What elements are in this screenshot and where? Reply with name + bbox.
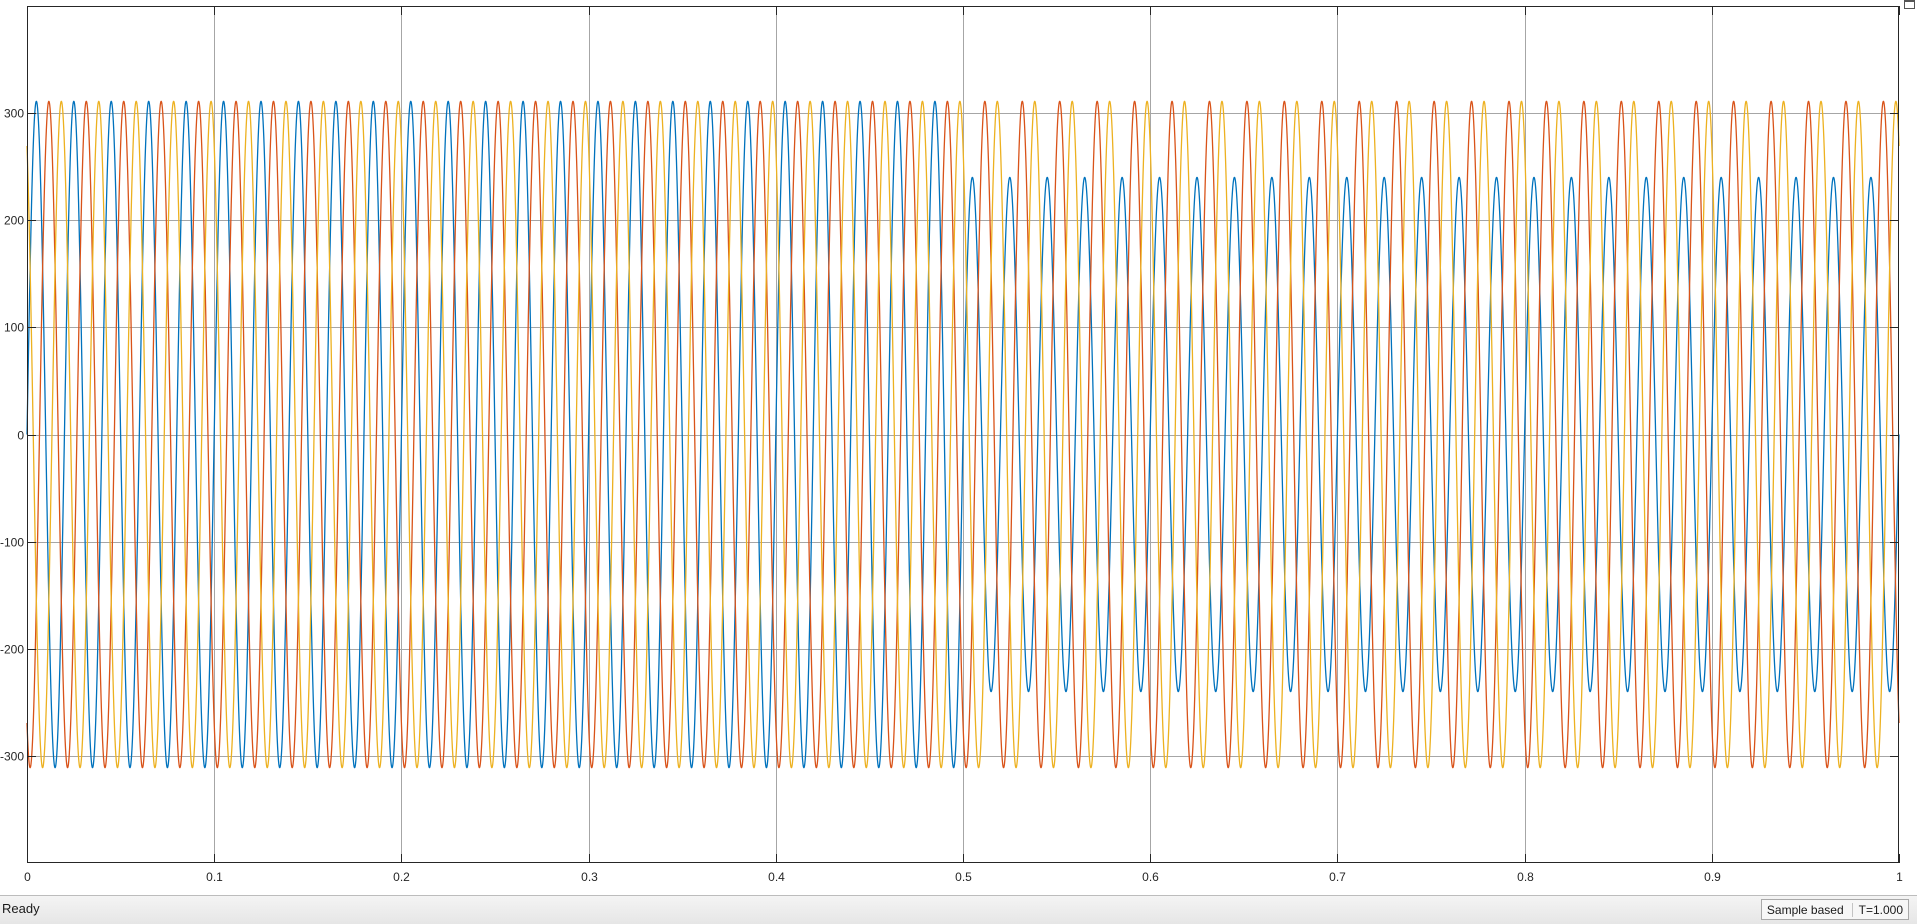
x-tick-label: 0.4 <box>768 870 785 884</box>
x-tick-label: 0.9 <box>1704 870 1721 884</box>
x-tick-label: 0.7 <box>1329 870 1346 884</box>
x-tick-label: 0.8 <box>1517 870 1534 884</box>
status-ready-text: Ready <box>2 901 40 916</box>
x-tick-label: 0.5 <box>955 870 972 884</box>
x-tick-label: 0 <box>24 870 31 884</box>
y-tick-label: 100 <box>4 321 24 335</box>
y-tick-label: 300 <box>4 107 24 121</box>
scope-window: 0 0.1 0.2 0.3 0.4 0.5 0.6 0.7 0.8 0.9 1 300 200 100 0 -… <box>0 0 1917 924</box>
x-tick-label: 0.1 <box>206 870 223 884</box>
status-info-box: Sample based T=1.000 <box>1760 899 1909 920</box>
scope-plot[interactable]: 0 0.1 0.2 0.3 0.4 0.5 0.6 0.7 0.8 0.9 1 300 200 100 0 -… <box>0 0 1917 895</box>
y-tick-label: -300 <box>0 750 24 764</box>
y-tick-label: 200 <box>4 214 24 228</box>
x-tick-label: 0.6 <box>1142 870 1159 884</box>
maximize-icon[interactable] <box>1904 0 1915 9</box>
x-tick-label: 1 <box>1896 870 1903 884</box>
x-tick-label: 0.3 <box>581 870 598 884</box>
status-bar: Ready Sample based T=1.000 <box>0 895 1917 924</box>
x-tick-label: 0.2 <box>393 870 410 884</box>
sample-mode-text: Sample based <box>1762 902 1853 917</box>
y-tick-label: 0 <box>17 429 24 443</box>
y-tick-label: -100 <box>0 536 24 550</box>
y-tick-label: -200 <box>0 643 24 657</box>
simulation-time-text: T=1.000 <box>1858 902 1903 917</box>
